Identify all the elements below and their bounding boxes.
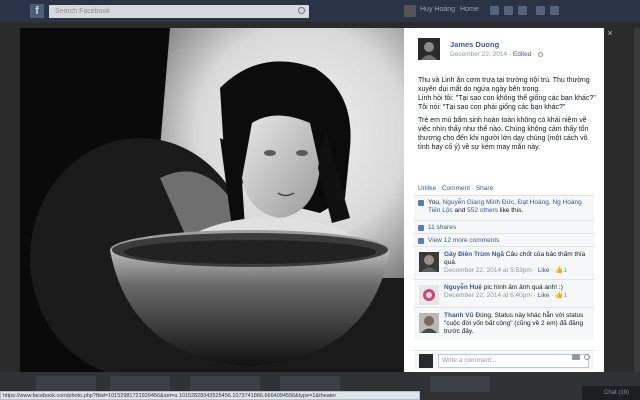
likes-summary: You, Nguyễn Giang Minh Đức, Đạt Hoàng, N… bbox=[414, 195, 594, 220]
notifications-icon[interactable] bbox=[518, 6, 527, 15]
comment-bubble-icon bbox=[418, 238, 424, 244]
globe-icon[interactable] bbox=[538, 51, 544, 57]
author-avatar[interactable] bbox=[418, 38, 440, 60]
background-thumbnail bbox=[36, 376, 96, 392]
background-thumbnail bbox=[430, 376, 490, 392]
likes-and: and bbox=[452, 207, 468, 214]
home-link[interactable]: Home bbox=[460, 6, 479, 13]
comment-like-link[interactable]: Like bbox=[538, 292, 550, 299]
comment-like-link[interactable]: Like bbox=[538, 267, 550, 274]
comment-meta: December 22, 2014 at 5:53pm · Like · 👍1 bbox=[444, 267, 568, 274]
viewer-avatar bbox=[419, 354, 433, 368]
post-date-link[interactable]: December 22, 2014 bbox=[450, 51, 507, 58]
comment-item: Nguyễn Huệ pic hình ảm ảnh quá anh! :) D… bbox=[414, 279, 594, 307]
privacy-shortcuts-icon[interactable] bbox=[536, 6, 545, 15]
facebook-top-bar: f Search Facebook Huy Hoàng Home bbox=[0, 0, 640, 22]
post-meta: December 22, 2014 · Edited · bbox=[450, 51, 544, 58]
author-name-link[interactable]: James Duong bbox=[450, 40, 499, 49]
caption-paragraph: Trẻ em mù bẩm sinh hoàn toàn không có kh… bbox=[418, 117, 589, 151]
camera-icon[interactable] bbox=[572, 354, 580, 360]
likes-others-link[interactable]: 552 others bbox=[467, 207, 498, 214]
photo-side-panel: James Duong December 22, 2014 · Edited ·… bbox=[404, 28, 604, 372]
comment-date-link[interactable]: December 22, 2014 at 6:40pm bbox=[444, 292, 532, 299]
commenter-avatar[interactable] bbox=[419, 252, 439, 272]
view-more-comments-row[interactable]: View 12 more comments bbox=[414, 233, 594, 246]
write-comment-input[interactable]: Write a comment... bbox=[438, 354, 589, 368]
background-thumbnail bbox=[110, 376, 170, 392]
comment-item: Gây Điên Trùm Ngã Câu chốt của bác thấm … bbox=[414, 246, 594, 279]
photo-viewer-image[interactable] bbox=[20, 28, 404, 372]
close-icon[interactable]: × bbox=[605, 28, 615, 38]
photo-illustration bbox=[20, 28, 404, 372]
browser-status-bar: https://www.facebook.com/photo.php?fbid=… bbox=[0, 391, 420, 400]
commenter-avatar[interactable] bbox=[419, 285, 439, 305]
view-more-comments-link[interactable]: View 12 more comments bbox=[428, 237, 499, 244]
write-comment-bar: Write a comment... bbox=[414, 350, 594, 370]
unlike-link[interactable]: Unlike bbox=[418, 185, 436, 192]
comment-date-link[interactable]: December 22, 2014 at 5:53pm bbox=[444, 267, 532, 274]
comment-item: Thanh Vũ Đúng. Status này khác hẳn với s… bbox=[414, 307, 594, 340]
background-thumbnail bbox=[280, 376, 340, 392]
search-placeholder: Search Facebook bbox=[55, 8, 110, 15]
commenter-name-link[interactable]: Gây Điên Trùm Ngã bbox=[444, 251, 504, 258]
page-scrollbar[interactable] bbox=[634, 28, 640, 372]
messages-icon[interactable] bbox=[504, 6, 513, 15]
search-input[interactable]: Search Facebook bbox=[49, 5, 309, 18]
background-thumbnail bbox=[190, 376, 260, 392]
comment-text: pic hình ảm ảnh quá anh! :) bbox=[481, 284, 563, 291]
post-caption: Thu và Linh ăn cơm trưa tại trường nội t… bbox=[418, 76, 598, 152]
emoji-icon[interactable] bbox=[584, 354, 590, 360]
thumbs-up-icon bbox=[418, 200, 424, 206]
likes-suffix: like this. bbox=[497, 207, 524, 214]
commenter-avatar[interactable] bbox=[419, 313, 439, 333]
shares-row[interactable]: 11 shares bbox=[414, 220, 594, 233]
feedback-section: You, Nguyễn Giang Minh Đức, Đạt Hoàng, N… bbox=[414, 195, 594, 340]
edited-link[interactable]: Edited bbox=[513, 51, 531, 58]
search-icon[interactable] bbox=[298, 7, 305, 14]
profile-avatar[interactable] bbox=[404, 5, 416, 17]
likes-you: You, bbox=[428, 199, 443, 206]
account-settings-icon[interactable] bbox=[550, 6, 559, 15]
comment-like-count[interactable]: 1 bbox=[563, 292, 567, 299]
caption-paragraph: Linh hỏi tôi: "Tại sao con không thể giố… bbox=[418, 95, 596, 111]
commenter-name-link[interactable]: Nguyễn Huệ bbox=[444, 284, 482, 291]
caption-paragraph: Thu và Linh ăn cơm trưa tại trường nội t… bbox=[418, 77, 590, 93]
comment-link[interactable]: Comment bbox=[442, 185, 470, 192]
friend-requests-icon[interactable] bbox=[490, 6, 499, 15]
share-link[interactable]: Share bbox=[476, 185, 493, 192]
comment-like-count[interactable]: 1 bbox=[563, 267, 567, 274]
share-icon bbox=[418, 225, 424, 231]
post-actions: Unlike · Comment · Share bbox=[418, 185, 493, 192]
facebook-logo-icon[interactable]: f bbox=[30, 4, 44, 18]
chat-bar[interactable]: Chat (19) bbox=[582, 386, 640, 400]
profile-name-link[interactable]: Huy Hoàng bbox=[420, 6, 455, 13]
shares-link[interactable]: 11 shares bbox=[428, 224, 456, 231]
commenter-name-link[interactable]: Thanh Vũ bbox=[444, 312, 474, 319]
comment-meta: December 22, 2014 at 6:40pm · Like · 👍1 bbox=[444, 292, 568, 299]
meta-separator: · bbox=[533, 51, 538, 58]
